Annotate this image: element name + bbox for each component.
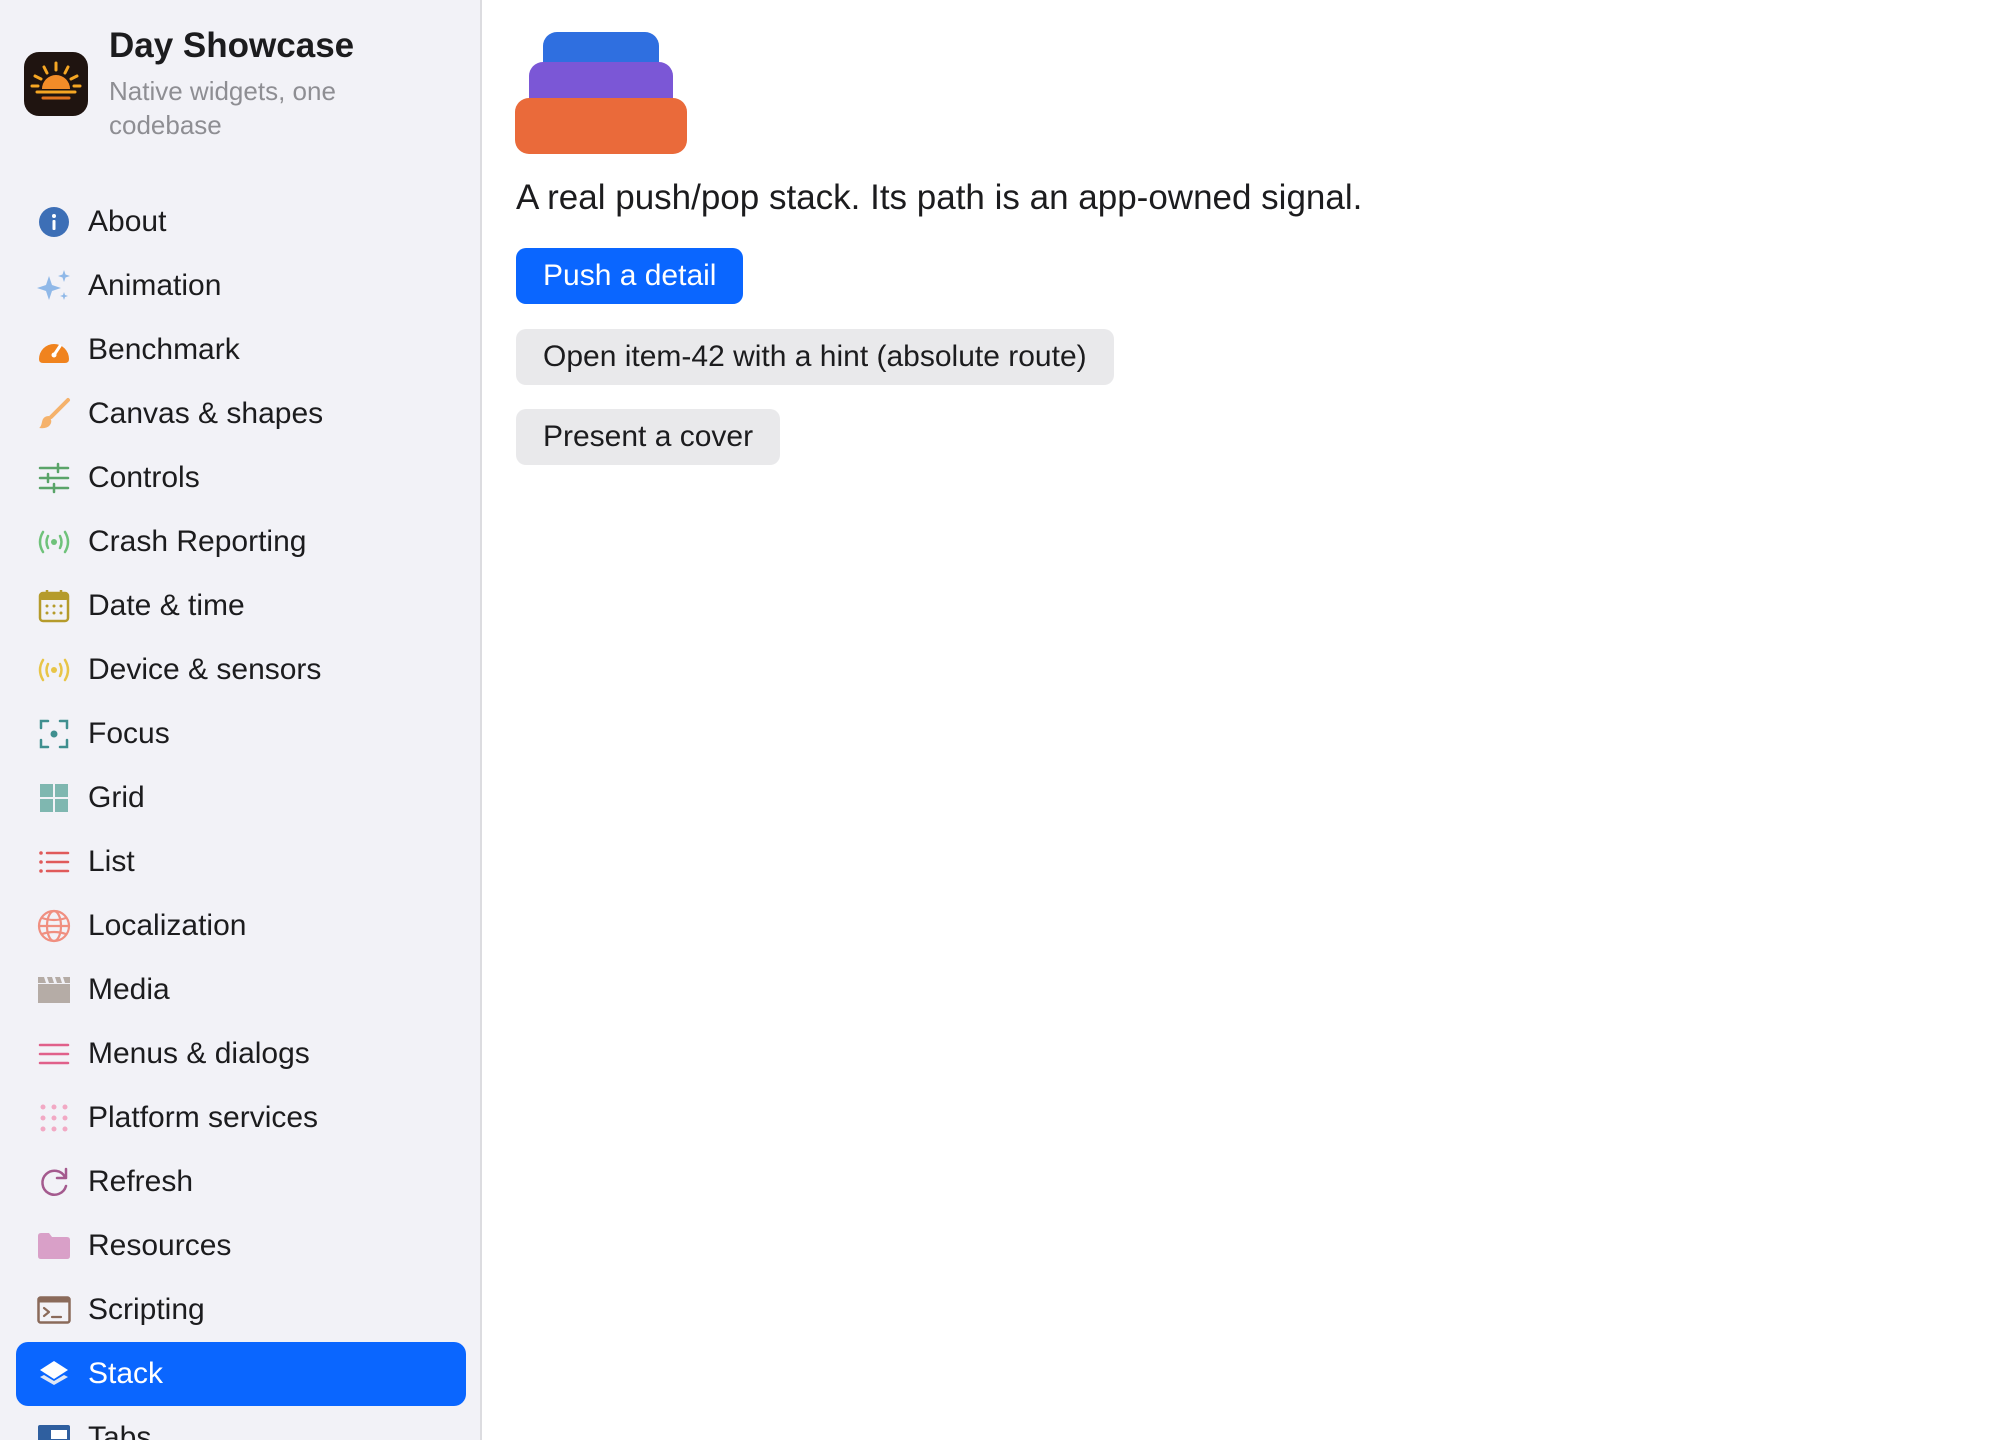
sidebar-item-date-time[interactable]: Date & time <box>16 574 466 638</box>
grid-icon <box>34 778 74 818</box>
sensor-icon <box>34 650 74 690</box>
sliders-icon <box>34 458 74 498</box>
globe-icon <box>34 906 74 946</box>
sidebar-item-device-sensors[interactable]: Device & sensors <box>16 638 466 702</box>
terminal-icon <box>34 1290 74 1330</box>
sidebar-item-label: About <box>88 205 167 238</box>
push-detail-button[interactable]: Push a detail <box>516 248 744 304</box>
calendar-icon <box>34 586 74 626</box>
sidebar-item-label: Canvas & shapes <box>88 397 324 430</box>
sidebar-item-label: Stack <box>88 1357 164 1390</box>
info-icon <box>34 202 74 242</box>
sidebar-item-animation[interactable]: Animation <box>16 254 466 318</box>
sidebar-item-scripting[interactable]: Scripting <box>16 1278 466 1342</box>
sidebar-item-label: Resources <box>88 1229 232 1262</box>
sidebar-item-controls[interactable]: Controls <box>16 446 466 510</box>
sidebar-item-label: Controls <box>88 461 200 494</box>
sunrise-icon <box>24 52 88 116</box>
sidebar-item-label: Focus <box>88 717 170 750</box>
sidebar: Day Showcase Native widgets, one codebas… <box>0 0 482 1440</box>
stack-layers-illustration <box>515 32 687 154</box>
sidebar-item-focus[interactable]: Focus <box>16 702 466 766</box>
sidebar-item-media[interactable]: Media <box>16 958 466 1022</box>
paintbrush-icon <box>34 394 74 434</box>
main-content: A real push/pop stack. Its path is an ap… <box>482 0 2000 1440</box>
app-subtitle: Native widgets, one codebase <box>109 76 336 140</box>
sidebar-item-label: Tabs <box>88 1421 152 1440</box>
sidebar-item-crash-reporting[interactable]: Crash Reporting <box>16 510 466 574</box>
sidebar-item-label: Date & time <box>88 589 245 622</box>
open-item-with-hint-button[interactable]: Open item-42 with a hint (absolute route… <box>516 329 1114 385</box>
stack-description: A real push/pop stack. Its path is an ap… <box>516 178 1363 217</box>
broadcast-icon <box>34 522 74 562</box>
sidebar-item-label: Refresh <box>88 1165 194 1198</box>
sidebar-item-localization[interactable]: Localization <box>16 894 466 958</box>
sidebar-item-label: Benchmark <box>88 333 240 366</box>
sidebar-item-about[interactable]: About <box>16 190 466 254</box>
sidebar-item-refresh[interactable]: Refresh <box>16 1150 466 1214</box>
sidebar-item-label: Localization <box>88 909 247 942</box>
sidebar-nav: About Animation Benchmark Canvas & shape… <box>16 190 466 1440</box>
sidebar-item-benchmark[interactable]: Benchmark <box>16 318 466 382</box>
sidebar-item-grid[interactable]: Grid <box>16 766 466 830</box>
sidebar-item-label: Media <box>88 973 170 1006</box>
focus-viewfinder-icon <box>34 714 74 754</box>
tabs-icon <box>34 1418 74 1440</box>
sidebar-item-label: List <box>88 845 135 878</box>
stack-layer-bottom <box>515 98 687 154</box>
app-window: Day Showcase Native widgets, one codebas… <box>0 0 2000 1440</box>
sidebar-item-resources[interactable]: Resources <box>16 1214 466 1278</box>
brand-header: Day Showcase Native widgets, one codebas… <box>24 26 379 142</box>
sidebar-item-label: Device & sensors <box>88 653 322 686</box>
folder-icon <box>34 1226 74 1266</box>
sidebar-item-label: Scripting <box>88 1293 205 1326</box>
sidebar-item-label: Platform services <box>88 1101 319 1134</box>
sidebar-item-canvas-shapes[interactable]: Canvas & shapes <box>16 382 466 446</box>
sidebar-item-menus-dialogs[interactable]: Menus & dialogs <box>16 1022 466 1086</box>
sidebar-item-stack[interactable]: Stack <box>16 1342 466 1406</box>
film-icon <box>34 970 74 1010</box>
menu-lines-icon <box>34 1034 74 1074</box>
sidebar-item-label: Crash Reporting <box>88 525 307 558</box>
sidebar-item-tabs[interactable]: Tabs <box>16 1406 466 1440</box>
sidebar-item-list[interactable]: List <box>16 830 466 894</box>
sidebar-item-label: Animation <box>88 269 222 302</box>
sparkles-icon <box>34 266 74 306</box>
sidebar-item-label: Menus & dialogs <box>88 1037 310 1070</box>
present-cover-button[interactable]: Present a cover <box>516 409 781 465</box>
sidebar-item-platform-services[interactable]: Platform services <box>16 1086 466 1150</box>
layers-icon <box>34 1354 74 1394</box>
list-icon <box>34 842 74 882</box>
speedometer-icon <box>34 330 74 370</box>
sidebar-item-label: Grid <box>88 781 145 814</box>
app-title: Day Showcase <box>109 26 355 65</box>
refresh-icon <box>34 1162 74 1202</box>
dots-grid-icon <box>34 1098 74 1138</box>
